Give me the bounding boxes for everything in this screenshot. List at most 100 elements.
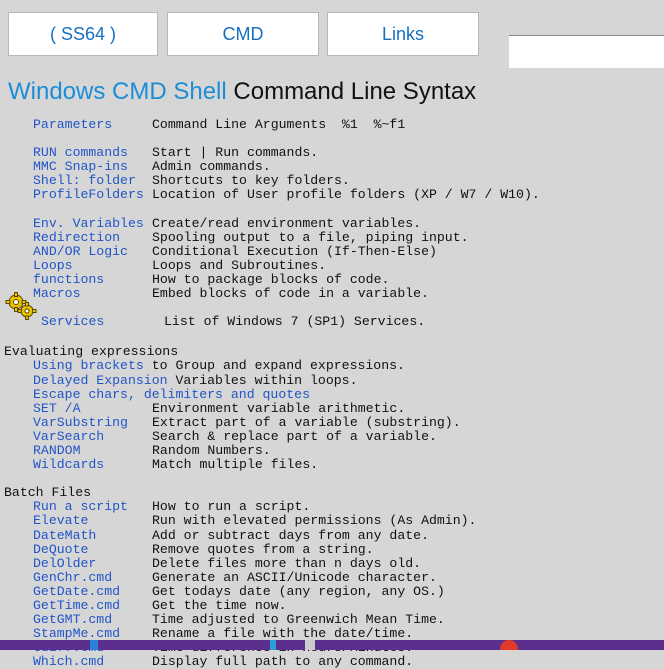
list-item: Redirection Spooling output to a file, pi… [4,229,664,245]
item-desc: Display full path to any command. [152,654,414,669]
list-item: GetTime.cmd Get the time now. [4,598,664,613]
link-loops[interactable]: Loops [4,258,152,273]
title-link[interactable]: Windows CMD Shell [8,78,227,105]
link-dequote[interactable]: DeQuote [4,542,152,557]
link-random[interactable]: RANDOM [4,443,152,458]
link-run-commands[interactable]: RUN commands [4,146,152,160]
taskbar-icon [270,640,276,650]
link-delolder[interactable]: DelOlder [4,556,152,571]
list-item: Delayed Expansion Variables within loops… [4,372,664,388]
item-desc: List of Windows 7 (SP1) Services. [164,314,426,330]
item-desc: Generate an ASCII/Unicode character. [152,569,437,585]
command-list: Parameters Command Line Arguments %1 %~f1… [4,117,664,669]
list-item: MMC Snap-ins Admin commands. [4,160,664,174]
link-which[interactable]: Which.cmd [4,655,152,669]
link-delayed-expansion[interactable]: Delayed Expansion [4,373,168,388]
link-functions[interactable]: functions [4,272,152,287]
link-mmc-snapins[interactable]: MMC Snap-ins [4,160,152,174]
list-item: Loops Loops and Subroutines. [4,257,664,273]
link-delimiters-quotes[interactable]: delimiters and quotes [144,387,310,402]
section-heading: Evaluating expressions [4,344,179,360]
item-desc: Shortcuts to key folders. [152,173,350,189]
link-varsubstring[interactable]: VarSubstring [4,415,152,430]
list-item: VarSubstring Extract part of a variable (… [4,414,664,430]
taskbar-icon [90,640,98,650]
list-item: Shell: folder Shortcuts to key folders. [4,174,664,188]
item-desc: Create/read environment variables. [152,215,422,231]
list-item: Env. Variables Create/read environment va… [4,215,664,231]
link-getdate[interactable]: GetDate.cmd [4,584,152,599]
item-desc: Match multiple files. [152,457,319,473]
title-text: Command Line Syntax [233,78,477,105]
item-desc: Environment variable arithmetic. [152,400,406,416]
link-using-brackets[interactable]: Using brackets [4,359,144,373]
item-desc: Add or subtract days from any date. [152,527,429,543]
nav-button-links[interactable]: Links [327,12,479,56]
link-genchr[interactable]: GenChr.cmd [4,570,152,585]
list-item: Which.cmd Display full path to any comman… [4,655,664,669]
item-desc: Embed blocks of code in a variable. [152,286,429,302]
item-desc: Time adjusted to Greenwich Mean Time. [152,612,445,628]
list-item: Using brackets to Group and expand expre… [4,359,664,373]
item-desc: Get todays date (any region, any OS.) [152,583,445,599]
link-profilefolders[interactable]: ProfileFolders [4,188,152,202]
search-input[interactable] [509,35,664,68]
link-set-a[interactable]: SET /A [4,401,152,416]
link-run-a-script[interactable]: Run a script [4,500,152,514]
link-varsearch[interactable]: VarSearch [4,429,152,444]
link-and-or-logic[interactable]: AND/OR Logic [4,244,152,259]
taskbar-strip [0,640,664,650]
link-gettime[interactable]: GetTime.cmd [4,598,152,613]
list-item: Parameters Command Line Arguments %1 %~f1 [4,117,664,132]
item-desc: How to run a script. [152,499,311,515]
list-item: DeQuote Remove quotes from a string. [4,542,664,557]
list-item: DateMath Add or subtract days from any da… [4,527,664,543]
list-item: Wildcards Match multiple files. [4,457,664,473]
item-desc: Random Numbers. [152,442,271,458]
item-desc: Command Line Arguments %1 %~f1 [152,117,406,132]
list-item: DelOlder Delete files more than n days ol… [4,555,664,571]
item-desc: Delete files more than n days old. [152,555,422,571]
link-wildcards[interactable]: Wildcards [4,457,152,472]
link-datemath[interactable]: DateMath [4,528,152,543]
list-item: AND/OR Logic Conditional Execution (If-Th… [4,244,664,259]
list-item: ProfileFolders Location of User profile f… [4,188,664,202]
item-desc: Run with elevated permissions (As Admin)… [152,513,477,529]
item-desc: Spooling output to a file, piping input. [152,229,469,245]
item-desc: Admin commands. [152,159,271,175]
item-desc: How to package blocks of code. [152,272,390,288]
taskbar-icon [305,640,315,650]
list-item: Escape chars, delimiters and quotes [4,387,664,402]
list-item: RUN commands Start | Run commands. [4,146,664,160]
link-shell-folder[interactable]: Shell: folder [4,174,152,188]
item-desc: Get the time now. [152,598,287,613]
link-services[interactable]: Services [4,315,152,329]
list-item-services: Services List of Windows 7 (SP1) Service… [4,292,664,331]
list-item: SET /A Environment variable arithmetic. [4,400,664,416]
link-env-variables[interactable]: Env. Variables [4,216,152,231]
item-desc: Loops and Subroutines. [152,257,327,273]
item-desc: to Group and expand expressions. [151,358,405,374]
list-item: VarSearch Search & replace part of a vari… [4,428,664,444]
list-item: GetGMT.cmd Time adjusted to Greenwich Mea… [4,612,664,628]
list-item: Macros Embed blocks of code in a variable… [4,287,664,301]
list-item: Run a script How to run a script. [4,500,664,514]
item-desc: Extract part of a variable (substring). [152,414,461,430]
nav-button-ss64[interactable]: ( SS64 ) [8,12,158,56]
link-getgmt[interactable]: GetGMT.cmd [4,612,152,627]
item-desc: Search & replace part of a variable. [152,428,437,444]
list-item: GetDate.cmd Get todays date (any region, … [4,583,664,599]
item-desc: Start | Run commands. [152,145,319,161]
nav-button-cmd[interactable]: CMD [167,12,319,56]
link-parameters[interactable]: Parameters [4,117,152,132]
list-item: functions How to package blocks of code. [4,272,664,288]
link-elevate[interactable]: Elevate [4,514,152,528]
list-item: Elevate Run with elevated permissions (As… [4,514,664,528]
item-desc: Variables within loops. [175,372,358,388]
link-redirection[interactable]: Redirection [4,230,152,245]
link-escape-chars[interactable]: Escape chars, [4,387,136,402]
